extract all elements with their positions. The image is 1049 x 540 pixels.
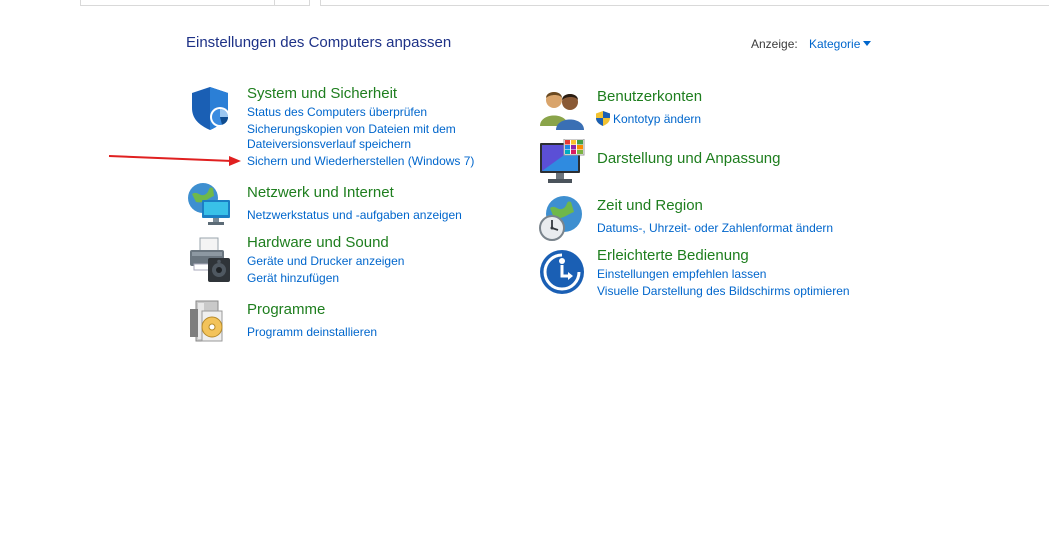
users-icon xyxy=(540,92,584,130)
link-optimize-visual-display[interactable]: Visuelle Darstellung des Bildschirms opt… xyxy=(597,284,850,298)
link-backup-restore-win7[interactable]: Sichern und Wiederherstellen (Windows 7) xyxy=(247,154,474,168)
page-title: Einstellungen des Computers anpassen xyxy=(186,34,452,51)
uac-shield-icon xyxy=(596,111,610,126)
annotation-arrow-icon xyxy=(108,155,241,166)
printer-speaker-icon xyxy=(190,237,230,282)
category-time-region[interactable]: Zeit und Region xyxy=(597,197,703,214)
link-date-time-number-format[interactable]: Datums-, Uhrzeit- oder Zahlenformat ände… xyxy=(597,221,833,235)
address-bar[interactable] xyxy=(80,0,276,6)
link-check-computer-status[interactable]: Status des Computers überprüfen xyxy=(247,105,427,119)
view-dropdown[interactable]: Kategorie xyxy=(809,37,860,51)
search-box[interactable] xyxy=(320,0,1049,6)
category-hardware-sound[interactable]: Hardware und Sound xyxy=(247,234,389,251)
ease-of-access-icon xyxy=(540,250,584,294)
link-devices-printers[interactable]: Geräte und Drucker anzeigen xyxy=(247,254,404,268)
programs-disc-icon xyxy=(190,300,223,342)
view-label: Anzeige: xyxy=(751,37,798,51)
link-uninstall-program[interactable]: Programm deinstallieren xyxy=(247,325,377,339)
category-appearance-personalization[interactable]: Darstellung und Anpassung xyxy=(597,150,780,167)
address-bar-dropdown[interactable] xyxy=(274,0,310,6)
link-add-device[interactable]: Gerät hinzufügen xyxy=(247,271,339,285)
category-network-internet[interactable]: Netzwerk und Internet xyxy=(247,184,394,201)
link-file-history-backup[interactable]: Sicherungskopien von Dateien mit dem xyxy=(247,122,456,136)
category-ease-of-access[interactable]: Erleichterte Bedienung xyxy=(597,247,749,264)
shield-icon xyxy=(192,87,230,130)
view-selector: Anzeige: Kategorie xyxy=(751,37,871,51)
link-change-account-type[interactable]: Kontotyp ändern xyxy=(613,112,701,126)
category-system-security[interactable]: System und Sicherheit xyxy=(247,85,397,102)
link-file-history-save[interactable]: Dateiversionsverlauf speichern xyxy=(247,137,411,151)
monitor-palette-icon xyxy=(540,139,585,183)
link-network-status[interactable]: Netzwerkstatus und -aufgaben anzeigen xyxy=(247,208,462,222)
chevron-down-icon[interactable] xyxy=(863,41,871,46)
category-user-accounts[interactable]: Benutzerkonten xyxy=(597,88,702,105)
clock-globe-icon xyxy=(539,196,582,241)
link-recommend-settings[interactable]: Einstellungen empfehlen lassen xyxy=(597,267,766,281)
network-globe-icon xyxy=(188,183,230,225)
category-programs[interactable]: Programme xyxy=(247,301,325,318)
